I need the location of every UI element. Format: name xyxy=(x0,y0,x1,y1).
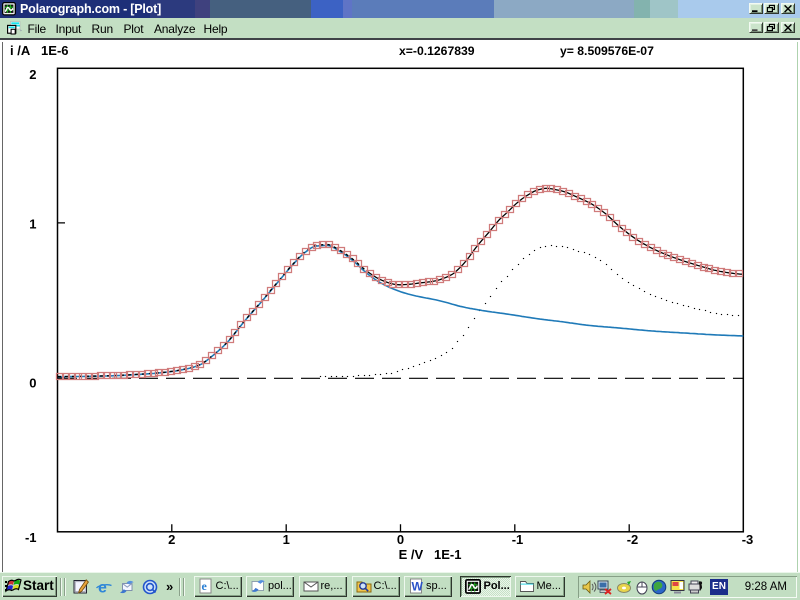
svg-text:1: 1 xyxy=(29,217,36,232)
svg-text:W: W xyxy=(412,580,424,594)
svg-text:-3: -3 xyxy=(742,532,754,547)
svg-text:0: 0 xyxy=(29,376,36,391)
svg-text:E /V 1E-1: E /V 1E-1 xyxy=(399,547,462,562)
svg-text:-1: -1 xyxy=(512,532,524,547)
svg-text:-1: -1 xyxy=(25,530,37,545)
svg-text:e: e xyxy=(201,579,207,593)
svg-text:2: 2 xyxy=(168,532,175,547)
svg-text:y= 8.509576E-07: y= 8.509576E-07 xyxy=(560,44,654,58)
svg-text:-2: -2 xyxy=(627,532,639,547)
svg-text:x=-0.1267839: x=-0.1267839 xyxy=(399,44,475,58)
svg-text:2: 2 xyxy=(29,67,36,82)
svg-text:1: 1 xyxy=(283,532,290,547)
svg-text:0: 0 xyxy=(397,532,404,547)
svg-text:i /A 1E-6: i /A 1E-6 xyxy=(10,43,69,58)
svg-text:e: e xyxy=(98,580,107,596)
